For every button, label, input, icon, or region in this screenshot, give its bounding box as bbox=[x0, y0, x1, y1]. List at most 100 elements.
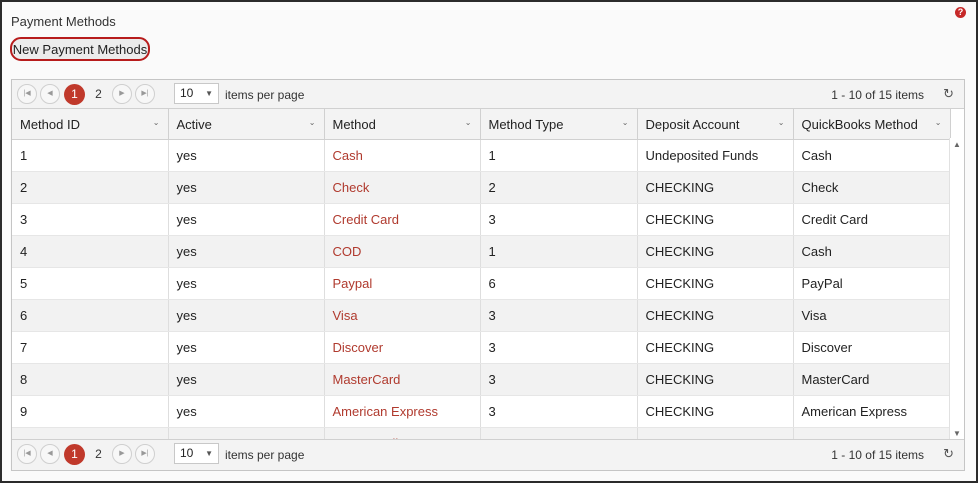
column-header-method-id[interactable]: Method ID ⌄ bbox=[12, 109, 169, 140]
header-row: Method ID ⌄ Active ⌄ Method ⌄ Method Type ⌄ … bbox=[12, 109, 951, 140]
cell-active: yes bbox=[168, 171, 325, 204]
payment-methods-panel: Payment Methods ? New Payment Methods |◀… bbox=[0, 0, 978, 483]
cell-quickbooks-method: Check bbox=[793, 171, 951, 204]
cell-method-type: 1 bbox=[480, 139, 638, 172]
cell-method-link[interactable]: Credit Card bbox=[324, 203, 481, 236]
page-size-value: 10 bbox=[180, 86, 194, 100]
cell-method-id: 9 bbox=[12, 395, 169, 428]
page-size-value: 10 bbox=[180, 446, 194, 460]
cell-method-id: 8 bbox=[12, 363, 169, 396]
cell-method-type: 3 bbox=[480, 203, 638, 236]
cell-active: yes bbox=[168, 267, 325, 300]
first-page-icon[interactable]: |◀ bbox=[17, 444, 37, 464]
cell-method-id: 5 bbox=[12, 267, 169, 300]
cell-deposit-account: CHECKING bbox=[637, 267, 794, 300]
cell-method-link[interactable]: Check bbox=[324, 171, 481, 204]
sort-chevron-icon[interactable]: ⌄ bbox=[309, 118, 316, 127]
cell-quickbooks-method: Cash bbox=[793, 235, 951, 268]
cell-method-link[interactable]: Cash bbox=[324, 139, 481, 172]
cell-quickbooks-method: American Express bbox=[793, 395, 951, 428]
last-page-icon[interactable]: ▶| bbox=[135, 444, 155, 464]
column-header-deposit-account[interactable]: Deposit Account ⌄ bbox=[637, 109, 794, 140]
last-page-icon[interactable]: ▶| bbox=[135, 84, 155, 104]
scroll-down-icon[interactable]: ▼ bbox=[953, 429, 961, 438]
cell-deposit-account: CHECKING bbox=[637, 235, 794, 268]
cell-quickbooks-method: PayPal bbox=[793, 267, 951, 300]
caret-down-icon: ▼ bbox=[205, 89, 213, 98]
table-row[interactable]: 6 yes Visa 3 CHECKING Visa bbox=[12, 299, 951, 332]
items-per-page-label: items per page bbox=[225, 448, 305, 462]
refresh-icon[interactable]: ↻ bbox=[943, 86, 954, 102]
column-header-method[interactable]: Method ⌄ bbox=[324, 109, 481, 140]
cell-method-type: 6 bbox=[480, 267, 638, 300]
refresh-icon[interactable]: ↻ bbox=[943, 446, 954, 462]
table-row[interactable]: 4 yes COD 1 CHECKING Cash bbox=[12, 235, 951, 268]
pager-top: |◀ ◀ 1 2 ▶ ▶| 10 ▼ items per page 1 - 10… bbox=[12, 80, 964, 109]
page-size-select[interactable]: 10 ▼ bbox=[174, 83, 219, 104]
cell-deposit-account: CHECKING bbox=[637, 395, 794, 428]
table-row[interactable]: 3 yes Credit Card 3 CHECKING Credit Card bbox=[12, 203, 951, 236]
pager-bottom: |◀ ◀ 1 2 ▶ ▶| 10 ▼ items per page 1 - 10… bbox=[12, 439, 964, 470]
scroll-up-icon[interactable]: ▲ bbox=[953, 140, 961, 149]
cell-active: yes bbox=[168, 363, 325, 396]
table-row[interactable]: 1 yes Cash 1 Undeposited Funds Cash bbox=[12, 139, 951, 172]
sort-chevron-icon[interactable]: ⌄ bbox=[465, 118, 472, 127]
cell-quickbooks-method: Cash bbox=[793, 139, 951, 172]
cell-method-type: 2 bbox=[480, 171, 638, 204]
sort-chevron-icon[interactable]: ⌄ bbox=[778, 118, 785, 127]
cell-deposit-account: CHECKING bbox=[637, 203, 794, 236]
page-number-1[interactable]: 1 bbox=[64, 84, 85, 105]
cell-method-link[interactable]: MasterCard bbox=[324, 363, 481, 396]
page-number-2[interactable]: 2 bbox=[88, 444, 109, 465]
cell-active: yes bbox=[168, 139, 325, 172]
cell-deposit-account: CHECKING bbox=[637, 363, 794, 396]
table-row[interactable]: 5 yes Paypal 6 CHECKING PayPal bbox=[12, 267, 951, 300]
cell-active: yes bbox=[168, 235, 325, 268]
cell-active: yes bbox=[168, 395, 325, 428]
cell-active: yes bbox=[168, 203, 325, 236]
cell-quickbooks-method: Credit Card bbox=[793, 203, 951, 236]
cell-method-id: 3 bbox=[12, 203, 169, 236]
table-row[interactable]: 8 yes MasterCard 3 CHECKING MasterCard bbox=[12, 363, 951, 396]
cell-active: yes bbox=[168, 299, 325, 332]
vertical-scrollbar[interactable]: ▲ ▼ bbox=[949, 138, 964, 440]
next-page-icon[interactable]: ▶ bbox=[112, 84, 132, 104]
column-header-active[interactable]: Active ⌄ bbox=[168, 109, 325, 140]
cell-method-link[interactable]: Paypal bbox=[324, 267, 481, 300]
caret-down-icon: ▼ bbox=[205, 449, 213, 458]
sort-chevron-icon[interactable]: ⌄ bbox=[622, 118, 629, 127]
cell-quickbooks-method: Visa bbox=[793, 299, 951, 332]
new-payment-methods-button[interactable]: New Payment Methods bbox=[10, 37, 150, 61]
payment-methods-grid: |◀ ◀ 1 2 ▶ ▶| 10 ▼ items per page 1 - 10… bbox=[11, 79, 965, 471]
pager-info: 1 - 10 of 15 items bbox=[831, 448, 924, 462]
cell-quickbooks-method: Discover bbox=[793, 331, 951, 364]
cell-method-link[interactable]: American Express bbox=[324, 395, 481, 428]
cell-method-link[interactable]: Discover bbox=[324, 331, 481, 364]
prev-page-icon[interactable]: ◀ bbox=[40, 84, 60, 104]
table-row[interactable]: 2 yes Check 2 CHECKING Check bbox=[12, 171, 951, 204]
cell-method-id: 1 bbox=[12, 139, 169, 172]
data-table: Method ID ⌄ Active ⌄ Method ⌄ Method Type ⌄ … bbox=[12, 109, 951, 460]
prev-page-icon[interactable]: ◀ bbox=[40, 444, 60, 464]
column-header-quickbooks-method[interactable]: QuickBooks Method ⌄ bbox=[793, 109, 951, 140]
page-size-select[interactable]: 10 ▼ bbox=[174, 443, 219, 464]
page-number-2[interactable]: 2 bbox=[88, 84, 109, 105]
next-page-icon[interactable]: ▶ bbox=[112, 444, 132, 464]
table-row[interactable]: 7 yes Discover 3 CHECKING Discover bbox=[12, 331, 951, 364]
cell-deposit-account: Undeposited Funds bbox=[637, 139, 794, 172]
cell-method-type: 1 bbox=[480, 235, 638, 268]
cell-method-type: 3 bbox=[480, 395, 638, 428]
table-row[interactable]: 9 yes American Express 3 CHECKING Americ… bbox=[12, 395, 951, 428]
first-page-icon[interactable]: |◀ bbox=[17, 84, 37, 104]
cell-method-link[interactable]: COD bbox=[324, 235, 481, 268]
sort-chevron-icon[interactable]: ⌄ bbox=[935, 118, 942, 127]
column-header-method-type[interactable]: Method Type ⌄ bbox=[480, 109, 638, 140]
cell-method-link[interactable]: Visa bbox=[324, 299, 481, 332]
help-icon[interactable]: ? bbox=[955, 7, 966, 18]
pager-info: 1 - 10 of 15 items bbox=[831, 88, 924, 102]
cell-active: yes bbox=[168, 331, 325, 364]
page-number-1[interactable]: 1 bbox=[64, 444, 85, 465]
cell-deposit-account: CHECKING bbox=[637, 171, 794, 204]
sort-chevron-icon[interactable]: ⌄ bbox=[153, 118, 160, 127]
cell-deposit-account: CHECKING bbox=[637, 331, 794, 364]
